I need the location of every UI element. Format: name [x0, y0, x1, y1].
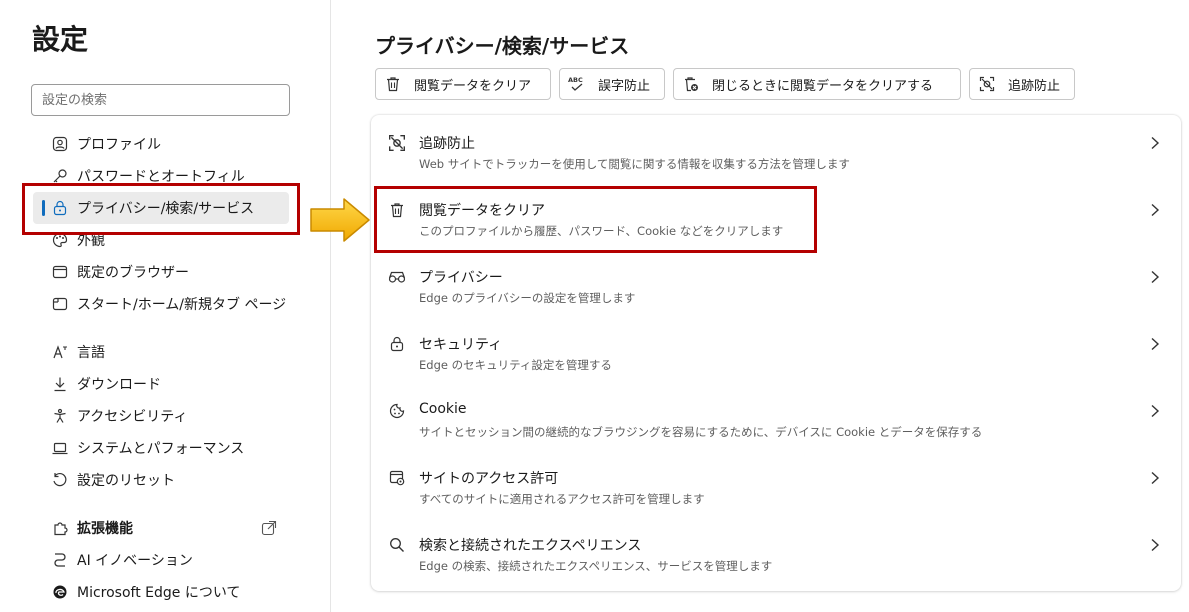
row-title: 検索と接続されたエクスペリエンス — [419, 538, 642, 554]
row-privacy[interactable]: プライバシー Edge のプライバシーの設定を管理します — [371, 249, 1181, 316]
profile-icon — [51, 135, 69, 153]
chip-tracking-prevention[interactable]: 追跡防止 — [969, 68, 1075, 100]
sidebar: 設定 プロファイル パスワードとオートフィル プライバシー/検索/サービス 外観… — [0, 0, 331, 612]
chip-label: 誤字防止 — [598, 78, 651, 94]
puzzle-icon — [51, 519, 69, 537]
ai-icon — [51, 551, 69, 569]
settings-search-input[interactable] — [31, 84, 290, 116]
spellcheck-icon: ABC — [568, 75, 586, 93]
sidebar-item-label: Microsoft Edge について — [77, 585, 241, 601]
row-cookie[interactable]: Cookie サイトとセッション間の継続的なブラウジングを容易にするために、デバ… — [371, 383, 1181, 450]
chevron-right-icon — [1149, 403, 1161, 422]
sidebar-title: 設定 — [32, 23, 89, 56]
row-description: すべてのサイトに適用されるアクセス許可を管理します — [419, 492, 705, 506]
reset-icon — [51, 471, 69, 489]
sidebar-item-about[interactable]: Microsoft Edge について — [33, 576, 289, 608]
chip-clear-browsing-data[interactable]: 閲覧データをクリア — [375, 68, 551, 100]
chip-typo-protection[interactable]: ABC 誤字防止 — [559, 68, 665, 100]
row-site-permissions[interactable]: サイトのアクセス許可 すべてのサイトに適用されるアクセス許可を管理します — [371, 450, 1181, 517]
chip-label: 追跡防止 — [1008, 78, 1061, 94]
row-security[interactable]: セキュリティ Edge のセキュリティ設定を管理する — [371, 316, 1181, 383]
sidebar-item-start-home[interactable]: スタート/ホーム/新規タブ ページ — [33, 288, 289, 320]
row-description: サイトとセッション間の継続的なブラウジングを容易にするために、デバイスに Coo… — [419, 425, 983, 439]
chip-clear-on-close[interactable]: 閉じるときに閲覧データをクリアする — [673, 68, 961, 100]
tracking-icon — [978, 75, 996, 93]
highlight-box-row — [374, 186, 817, 253]
edge-icon — [51, 583, 69, 601]
row-title: Cookie — [419, 401, 467, 417]
sidebar-item-label: プロファイル — [77, 137, 161, 153]
site-permissions-icon — [387, 468, 407, 488]
row-title: セキュリティ — [419, 337, 503, 353]
chevron-right-icon — [1149, 202, 1161, 221]
lock-icon — [387, 334, 407, 354]
row-description: Edge のセキュリティ設定を管理する — [419, 358, 612, 372]
annotation-arrow — [310, 198, 370, 242]
sidebar-item-default-browser[interactable]: 既定のブラウザー — [33, 256, 289, 288]
sidebar-item-language[interactable]: 言語 — [33, 336, 289, 368]
row-search-connected[interactable]: 検索と接続されたエクスペリエンス Edge の検索、接続されたエクスペリエンス、… — [371, 517, 1181, 584]
chevron-right-icon — [1149, 269, 1161, 288]
laptop-icon — [51, 439, 69, 457]
chevron-right-icon — [1149, 336, 1161, 355]
row-title: プライバシー — [419, 270, 503, 286]
sidebar-item-downloads[interactable]: ダウンロード — [33, 368, 289, 400]
sidebar-item-reset[interactable]: 設定のリセット — [33, 464, 289, 496]
trash-icon — [384, 75, 402, 93]
trash-close-icon — [682, 75, 700, 93]
download-icon — [51, 375, 69, 393]
row-description: Edge の検索、接続されたエクスペリエンス、サービスを管理します — [419, 559, 773, 573]
chip-label: 閲覧データをクリア — [414, 78, 532, 94]
row-title: 追跡防止 — [419, 136, 475, 152]
language-icon — [51, 343, 69, 361]
highlight-box-sidebar — [22, 183, 300, 235]
row-title: サイトのアクセス許可 — [419, 471, 559, 487]
glasses-icon — [387, 267, 407, 287]
cookie-icon — [387, 401, 407, 421]
row-description: Web サイトでトラッカーを使用して閲覧に関する情報を収集する方法を管理します — [419, 157, 850, 171]
sidebar-item-label: アクセシビリティ — [77, 409, 188, 425]
tracking-icon — [387, 133, 407, 153]
external-link-icon — [261, 520, 277, 540]
sidebar-item-ai-innovation[interactable]: AI イノベーション — [33, 544, 289, 576]
sidebar-item-label: 既定のブラウザー — [77, 265, 189, 281]
row-tracking-prevention[interactable]: 追跡防止 Web サイトでトラッカーを使用して閲覧に関する情報を収集する方法を管… — [371, 115, 1181, 182]
sidebar-item-label: ダウンロード — [77, 377, 161, 393]
svg-text:ABC: ABC — [568, 76, 583, 84]
chip-label: 閉じるときに閲覧データをクリアする — [712, 78, 934, 94]
sidebar-item-label: AI イノベーション — [77, 553, 193, 569]
sidebar-item-label: 拡張機能 — [77, 521, 133, 537]
sidebar-item-profile[interactable]: プロファイル — [33, 128, 289, 160]
chevron-right-icon — [1149, 537, 1161, 556]
home-icon — [51, 295, 69, 313]
sidebar-item-system[interactable]: システムとパフォーマンス — [33, 432, 289, 464]
sidebar-item-accessibility[interactable]: アクセシビリティ — [33, 400, 289, 432]
sidebar-item-label: システムとパフォーマンス — [77, 441, 245, 457]
sidebar-item-extensions[interactable]: 拡張機能 — [33, 512, 289, 544]
chevron-right-icon — [1149, 135, 1161, 154]
browser-icon — [51, 263, 69, 281]
sidebar-item-label: 言語 — [77, 345, 105, 361]
chevron-right-icon — [1149, 470, 1161, 489]
page-title: プライバシー/検索/サービス — [375, 34, 630, 58]
sidebar-item-label: 設定のリセット — [77, 473, 175, 489]
search-icon — [387, 535, 407, 555]
sidebar-item-label: スタート/ホーム/新規タブ ページ — [77, 297, 287, 313]
row-description: Edge のプライバシーの設定を管理します — [419, 291, 636, 305]
accessibility-icon — [51, 407, 69, 425]
